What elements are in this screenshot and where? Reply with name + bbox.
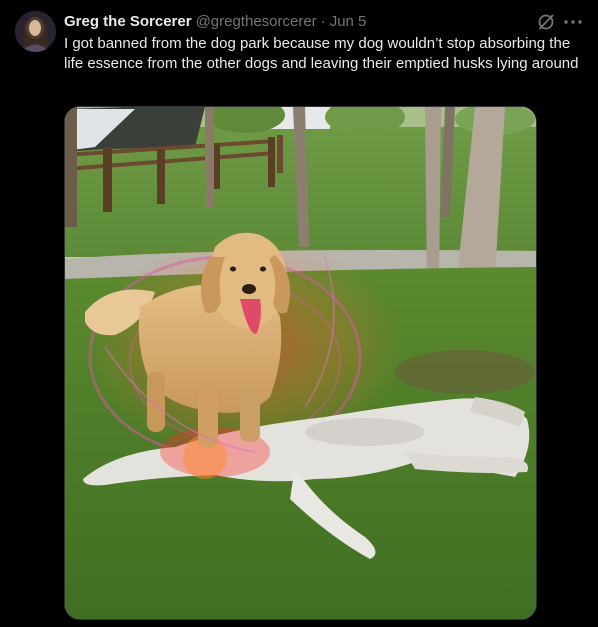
avatar[interactable] xyxy=(15,11,56,52)
tweet-header: Greg the Sorcerer @gregthesorcerer · Jun 5 xyxy=(64,12,538,32)
separator-dot: · xyxy=(320,13,326,30)
author-name[interactable]: Greg the Sorcerer xyxy=(64,13,192,30)
post-date[interactable]: Jun 5 xyxy=(330,13,367,30)
grok-icon[interactable] xyxy=(536,12,556,32)
more-horizontal-icon[interactable] xyxy=(562,12,584,32)
tweet-text: I got banned from the dog park because m… xyxy=(64,35,579,72)
tweet: Greg the Sorcerer @gregthesorcerer · Jun 5 … xyxy=(0,0,598,627)
author-handle[interactable]: @gregthesorcerer xyxy=(196,13,317,30)
tweet-photo[interactable] xyxy=(64,106,537,620)
